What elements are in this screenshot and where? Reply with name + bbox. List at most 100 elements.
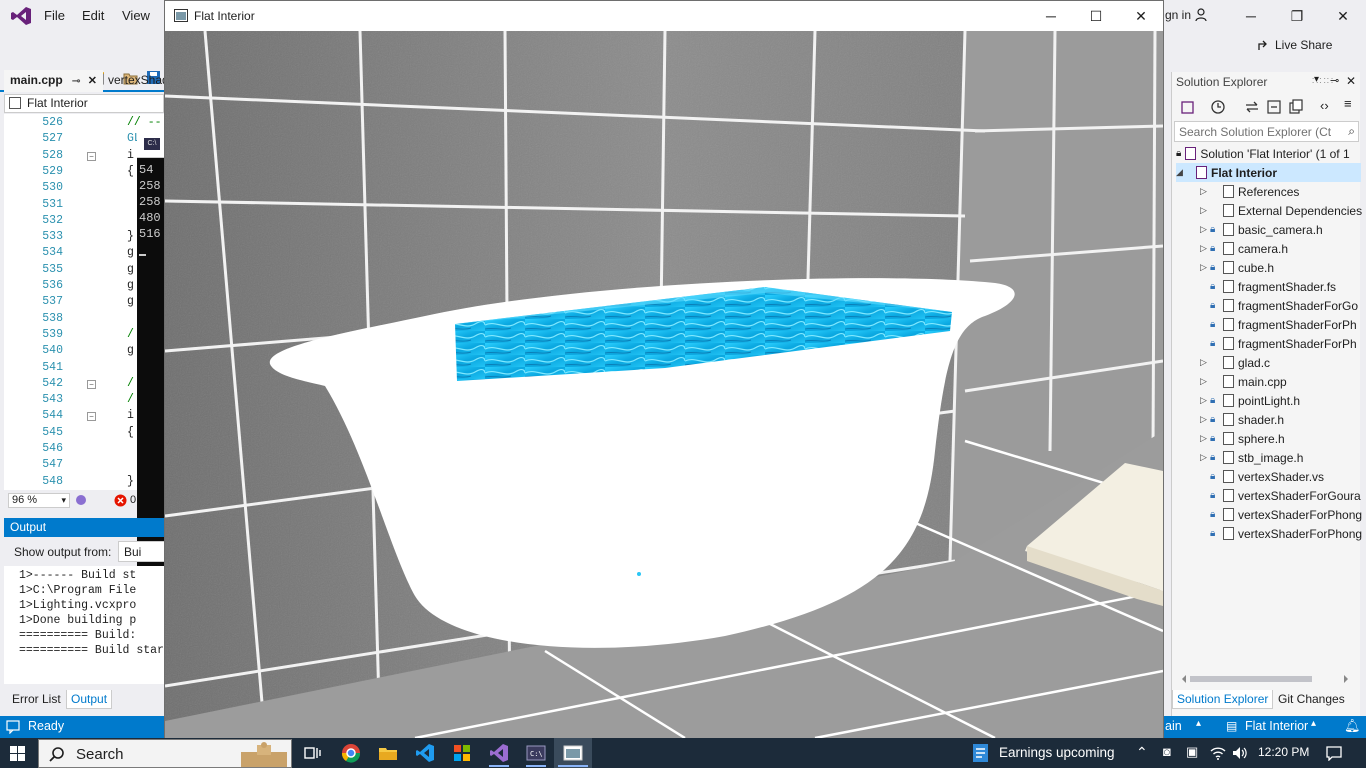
solution-item[interactable]: 🔒︎ fragmentShaderForPh <box>1200 315 1357 334</box>
solution-item[interactable]: ▷ 🔒︎ stb_image.h <box>1200 448 1303 467</box>
expand-icon[interactable]: ▷ <box>1200 376 1210 387</box>
fold-toggle-icon[interactable]: − <box>87 412 96 422</box>
vs-close-button[interactable]: ✕ <box>1320 4 1366 28</box>
tab-output[interactable]: Output <box>66 690 113 709</box>
close-button[interactable]: ✕ <box>1118 4 1164 28</box>
news-icon[interactable] <box>970 742 992 764</box>
chevron-up-icon[interactable]: ▴ <box>1196 718 1201 729</box>
solution-item[interactable]: 🔒︎ vertexShaderForGoura <box>1200 486 1361 505</box>
status-branch[interactable]: ain <box>1165 719 1182 733</box>
more-icon[interactable]: ≡ <box>1344 96 1352 111</box>
status-project[interactable]: Flat Interior <box>1245 719 1308 733</box>
error-icon[interactable] <box>114 494 127 507</box>
minimize-button[interactable]: ─ <box>1028 4 1074 28</box>
project-node[interactable]: ◢ Flat Interior <box>1176 163 1361 182</box>
flat-interior-titlebar[interactable]: Flat Interior ─ ☐ ✕ <box>165 1 1163 31</box>
close-tab-icon[interactable]: ✕ <box>88 75 97 87</box>
collapse-all-icon[interactable] <box>1266 99 1282 115</box>
maximize-button[interactable]: ☐ <box>1073 4 1119 28</box>
tab-solution-explorer[interactable]: Solution Explorer <box>1172 690 1274 709</box>
expand-icon[interactable]: ▷ <box>1200 433 1210 444</box>
chevron-up-icon[interactable]: ⌃ <box>1136 744 1148 761</box>
solution-item[interactable]: ▷ 🔒︎ pointLight.h <box>1200 391 1300 410</box>
solution-item[interactable]: ▷ main.cpp <box>1200 372 1287 391</box>
sign-in-link[interactable]: gn in <box>1165 8 1191 22</box>
solution-item[interactable]: ▷ 🔒︎ camera.h <box>1200 239 1288 258</box>
close-icon[interactable]: ✕ <box>1346 74 1356 88</box>
tab-main-cpp[interactable]: main.cpp ⊸ ✕ <box>4 70 103 92</box>
sync-icon[interactable] <box>1244 99 1260 115</box>
expanded-icon[interactable]: ◢ <box>1176 167 1186 178</box>
visual-studio-icon[interactable] <box>489 743 509 763</box>
solution-item[interactable]: ▷ 🔒︎ sphere.h <box>1200 429 1285 448</box>
solution-item[interactable]: 🔒︎ fragmentShader.fs <box>1200 277 1336 296</box>
output-source-dropdown[interactable]: Bui <box>118 541 165 562</box>
output-text-area[interactable]: 1>------ Build st 1>C:\Program File 1>Li… <box>4 566 165 684</box>
news-widget-label[interactable]: Earnings upcoming <box>999 745 1115 760</box>
store-icon[interactable] <box>452 743 472 763</box>
chrome-icon[interactable] <box>341 743 361 763</box>
expand-icon[interactable]: ▷ <box>1200 186 1210 197</box>
menu-view[interactable]: View <box>122 8 150 23</box>
tab-git-changes[interactable]: Git Changes <box>1274 690 1349 708</box>
console-app-icon[interactable]: C:\ <box>526 743 546 763</box>
person-icon[interactable] <box>1195 8 1209 22</box>
menu-file[interactable]: File <box>44 8 65 23</box>
expand-icon[interactable]: ▷ <box>1200 395 1210 406</box>
expand-icon[interactable]: ▷ <box>1200 205 1210 216</box>
solution-item[interactable]: ▷ External Dependencies <box>1200 201 1362 220</box>
tab-error-list[interactable]: Error List <box>8 690 65 708</box>
flat-interior-window[interactable]: Flat Interior ─ ☐ ✕ <box>164 0 1164 738</box>
solution-node[interactable]: 🔒︎ Solution 'Flat Interior' (1 of 1 <box>1176 144 1350 163</box>
solution-item[interactable]: ▷ References <box>1200 182 1299 201</box>
expand-icon[interactable]: ▷ <box>1200 243 1210 254</box>
intellicode-icon[interactable] <box>75 494 87 506</box>
chevron-up-icon[interactable]: ▴ <box>1311 718 1316 729</box>
vs-minimize-button[interactable]: ─ <box>1228 4 1274 28</box>
search-icon[interactable]: ⌕ <box>1348 124 1355 139</box>
navigation-scope-dropdown[interactable]: Flat Interior <box>4 94 164 113</box>
horizontal-scrollbar[interactable] <box>1180 674 1350 684</box>
wifi-icon[interactable] <box>1210 746 1226 760</box>
solution-item[interactable]: 🔒︎ vertexShader.vs <box>1200 467 1324 486</box>
solution-item[interactable]: ▷ glad.c <box>1200 353 1270 372</box>
solution-item[interactable]: 🔒︎ fragmentShaderForGo <box>1200 296 1358 315</box>
chevron-down-icon[interactable]: ▾ <box>1314 74 1319 85</box>
zoom-dropdown[interactable]: 96 % ▾ <box>8 493 70 508</box>
vs-restore-button[interactable]: ❐ <box>1274 4 1320 28</box>
notification-center-icon[interactable] <box>1326 745 1342 761</box>
pin-icon[interactable]: ⊸ <box>72 76 80 87</box>
expand-icon[interactable]: ▷ <box>1200 414 1210 425</box>
windows-start-icon[interactable] <box>10 746 25 761</box>
notifications-icon[interactable]: 🔔︎ <box>1344 718 1361 734</box>
expand-icon[interactable]: ▷ <box>1200 357 1210 368</box>
live-share-button[interactable]: Live Share <box>1256 38 1332 52</box>
expand-icon[interactable]: ▷ <box>1200 262 1210 273</box>
solution-item[interactable]: 🔒︎ fragmentShaderForPh <box>1200 334 1357 353</box>
solution-item[interactable]: ▷ 🔒︎ basic_camera.h <box>1200 220 1323 239</box>
vscode-icon[interactable] <box>415 743 435 763</box>
taskbar-search-box[interactable]: Search <box>38 739 292 768</box>
solution-item[interactable]: 🔒︎ vertexShaderForPhong <box>1200 524 1362 543</box>
camera-icon[interactable]: ◙ <box>1163 744 1171 759</box>
home-icon[interactable] <box>1180 99 1196 115</box>
solution-item[interactable]: ▷ 🔒︎ cube.h <box>1200 258 1274 277</box>
taskbar-clock[interactable]: 12:20 PM <box>1258 745 1309 759</box>
fold-toggle-icon[interactable]: − <box>87 151 96 161</box>
menu-edit[interactable]: Edit <box>82 8 104 23</box>
pin-icon[interactable]: ⊸ <box>1330 74 1339 87</box>
solution-item[interactable]: 🔒︎ vertexShaderForPhong <box>1200 505 1362 524</box>
expand-icon[interactable]: ▷ <box>1200 452 1210 463</box>
solution-search-input[interactable]: Search Solution Explorer (Ct ⌕ <box>1174 121 1359 142</box>
flat-interior-app-icon[interactable] <box>563 743 583 763</box>
file-explorer-icon[interactable] <box>378 743 398 763</box>
expand-icon[interactable]: ▷ <box>1200 224 1210 235</box>
render-viewport[interactable] <box>165 31 1163 738</box>
fold-toggle-icon[interactable]: − <box>87 379 96 389</box>
task-view-icon[interactable] <box>302 743 322 763</box>
volume-icon[interactable] <box>1232 746 1248 760</box>
screen-capture-icon[interactable]: ▣ <box>1186 744 1198 760</box>
history-icon[interactable] <box>1210 99 1226 115</box>
show-all-files-icon[interactable] <box>1288 99 1304 115</box>
code-view-icon[interactable]: ‹› <box>1320 98 1329 113</box>
